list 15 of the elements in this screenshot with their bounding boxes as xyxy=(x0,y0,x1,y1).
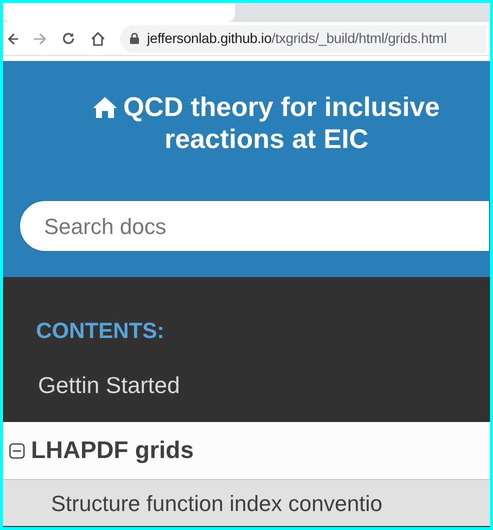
collapse-icon[interactable] xyxy=(9,442,25,458)
reload-icon[interactable] xyxy=(61,31,76,46)
search-field[interactable]: Search docs xyxy=(19,200,490,252)
nav-link[interactable]: Gettin Started xyxy=(3,349,490,422)
nav-item[interactable]: LHAPDF grids xyxy=(3,422,490,480)
contents-caption: CONTENTS: xyxy=(35,317,166,345)
address-bar[interactable]: jeffersonlab.github.io/txgrids/_build/html/grids.html xyxy=(120,24,486,52)
lock-icon xyxy=(130,33,139,44)
nav-subitem[interactable]: Structure function index conventio xyxy=(3,480,490,526)
home-icon xyxy=(93,96,118,118)
home-icon[interactable] xyxy=(90,30,106,46)
site-title[interactable]: QCD theory for inclusive reactions at EIC xyxy=(83,91,450,155)
search-input[interactable]: Search docs xyxy=(44,210,489,242)
url-text: jeffersonlab.github.io/txgrids/_build/html/grids.html xyxy=(147,29,447,48)
back-arrow-icon[interactable] xyxy=(7,32,19,46)
